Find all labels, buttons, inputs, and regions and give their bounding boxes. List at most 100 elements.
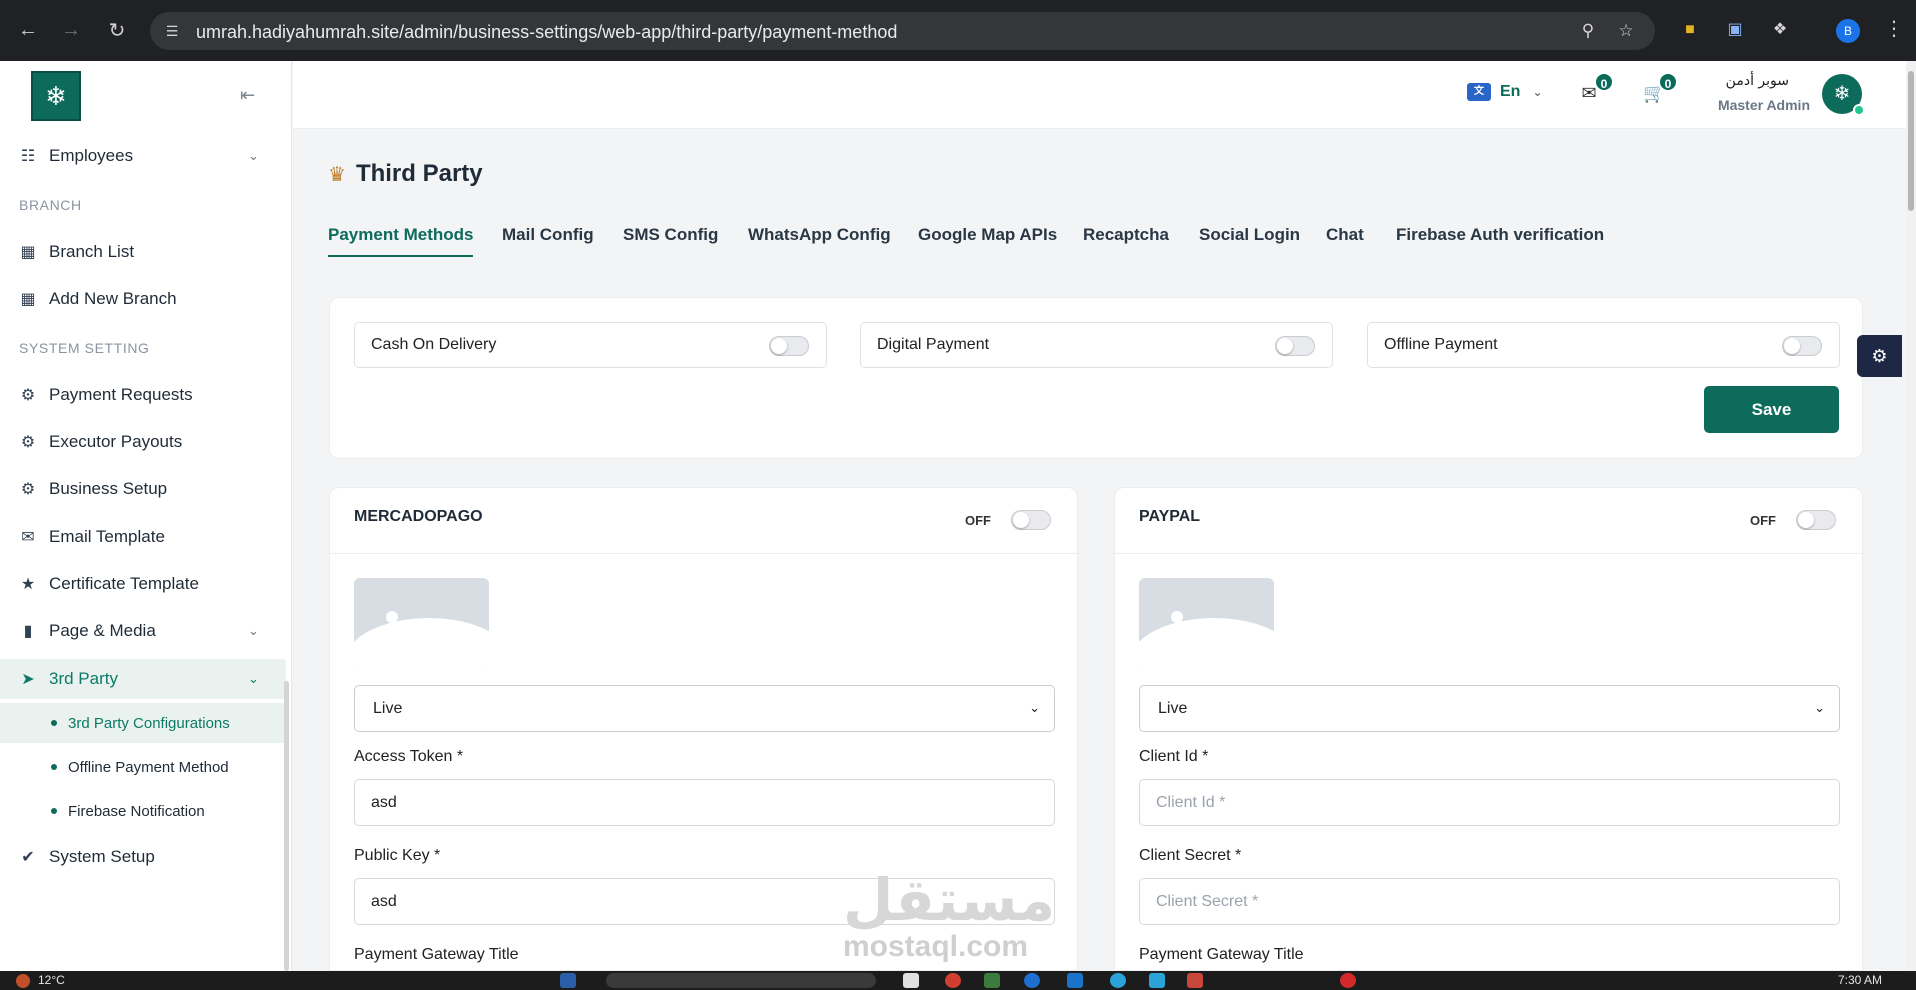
app-icon-6[interactable] — [1187, 973, 1203, 988]
access-token-label: Access Token * — [354, 748, 464, 765]
sidebar-item-certificate-template[interactable]: ★ Certificate Template — [0, 564, 286, 604]
third-party-icon: ♛ — [328, 163, 346, 186]
user-role[interactable]: Master Admin — [1718, 97, 1810, 113]
sidebar-item-3rd-party[interactable]: ➤ 3rd Party ⌄ — [0, 659, 286, 699]
access-token-input[interactable]: asd — [354, 779, 1055, 826]
sidebar-item-executor-payouts[interactable]: ⚙ Executor Payouts — [0, 422, 286, 462]
mercadopago-mode-select[interactable]: Live ⌄ — [354, 685, 1055, 732]
sidebar-item-employees[interactable]: ☷ Employees ⌄ — [0, 136, 286, 176]
paypal-mode-value: Live — [1158, 700, 1188, 717]
sidebar-item-branch-list[interactable]: ▦ Branch List — [0, 232, 286, 272]
sidebar-subitem-firebase-notification[interactable]: Firebase Notification — [0, 791, 286, 831]
sidebar-item-system-setup[interactable]: ✔ System Setup — [0, 837, 286, 877]
sidebar-item-add-new-branch[interactable]: ▦ Add New Branch — [0, 279, 286, 319]
reload-icon[interactable]: ↻ — [103, 16, 131, 44]
sidebar-item-payment-requests[interactable]: ⚙ Payment Requests — [0, 375, 286, 415]
taskbar-search-box[interactable] — [606, 973, 876, 988]
paypal-switch[interactable] — [1796, 510, 1836, 530]
extensions-puzzle-icon[interactable]: ❖ — [1768, 18, 1792, 42]
sidebar-item-page-media[interactable]: ▮ Page & Media ⌄ — [0, 611, 286, 651]
paypal-card-header: PAYPAL OFF — [1115, 488, 1862, 554]
tab-payment-methods[interactable]: Payment Methods — [328, 225, 474, 257]
tab-mail-config[interactable]: Mail Config — [502, 225, 594, 255]
section-branch: BRANCH — [19, 197, 82, 213]
browser-toolbar: ← → ↻ ☰ umrah.hadiyahumrah.site/admin/bu… — [0, 0, 1916, 61]
tab-sms-config[interactable]: SMS Config — [623, 225, 718, 255]
sidebar: ❄ ⇤ ☷ Employees ⌄ BRANCH ▦ Branch List ▦… — [0, 61, 292, 971]
weather-temperature[interactable]: 12°C — [38, 973, 65, 987]
page-scrollbar[interactable] — [1906, 61, 1916, 971]
profile-avatar[interactable]: B — [1836, 19, 1860, 43]
messages-count-badge: 0 — [1594, 72, 1614, 92]
chevron-down-icon: ⌄ — [1532, 85, 1543, 99]
chevron-down-icon: ⌄ — [248, 148, 259, 163]
sidebar-item-business-setup[interactable]: ⚙ Business Setup — [0, 469, 286, 509]
windows-start-icon[interactable] — [560, 973, 576, 988]
cash-on-delivery-label: Cash On Delivery — [371, 336, 497, 353]
sidebar-subitem-offline-payment-method[interactable]: Offline Payment Method — [0, 747, 286, 787]
language-label: En — [1500, 83, 1521, 100]
cash-on-delivery-switch[interactable] — [769, 336, 809, 356]
client-secret-placeholder: Client Secret * — [1156, 893, 1259, 910]
extension-docs-icon[interactable]: ▣ — [1723, 18, 1747, 42]
gear-icon: ⚙ — [20, 434, 36, 451]
site-settings-icon[interactable]: ☰ — [162, 21, 182, 41]
weather-icon[interactable] — [16, 974, 30, 988]
tab-whatsapp-config[interactable]: WhatsApp Config — [748, 225, 891, 255]
app-icon-1[interactable] — [945, 973, 961, 988]
page-title: ♛ Third Party — [328, 160, 483, 187]
chevron-down-icon: ⌄ — [248, 623, 259, 638]
browser-taskbar-icon[interactable] — [1024, 973, 1040, 988]
collapse-sidebar-icon[interactable]: ⇤ — [240, 85, 255, 106]
client-id-input[interactable]: Client Id * — [1139, 779, 1840, 826]
sidebar-subitem-3rd-party-configurations[interactable]: 3rd Party Configurations — [0, 703, 286, 743]
clock[interactable]: 7:30 AM — [1838, 973, 1882, 987]
paypal-image-placeholder[interactable] — [1139, 578, 1274, 668]
scrollbar-thumb[interactable] — [1908, 71, 1914, 211]
bullet-dot — [51, 764, 57, 770]
os-taskbar: 12°C 7:30 AM — [0, 971, 1916, 990]
tab-firebase-auth-verification[interactable]: Firebase Auth verification — [1396, 225, 1604, 255]
address-bar[interactable]: ☰ umrah.hadiyahumrah.site/admin/business… — [150, 12, 1655, 50]
app-icon-3[interactable] — [1067, 973, 1083, 988]
app-icon-2[interactable] — [984, 973, 1000, 988]
bookmark-star-icon[interactable]: ☆ — [1615, 20, 1637, 42]
cart-count-badge: 0 — [1658, 72, 1678, 92]
sidebar-item-email-template[interactable]: ✉ Email Template — [0, 517, 286, 557]
task-view-icon[interactable] — [903, 973, 919, 988]
store-icon: ▦ — [20, 291, 36, 308]
user-name[interactable]: سوبر أدمن — [1726, 73, 1789, 89]
back-arrow-icon[interactable]: ← — [14, 16, 42, 44]
digital-payment-toggle-box: Digital Payment — [860, 322, 1333, 368]
mercadopago-switch[interactable] — [1011, 510, 1051, 530]
page-icon: ▮ — [23, 623, 33, 640]
offline-payment-switch[interactable] — [1782, 336, 1822, 356]
app-icon-4[interactable] — [1110, 973, 1126, 988]
language-selector[interactable]: 文 En ⌄ — [1467, 83, 1543, 101]
zoom-icon[interactable]: ⚲ — [1577, 20, 1599, 42]
more-menu-icon[interactable]: ⋮ — [1884, 16, 1904, 41]
mercadopago-gateway-title-label: Payment Gateway Title — [354, 946, 519, 963]
settings-gear-icon[interactable]: ⚙ — [1857, 335, 1902, 377]
tab-chat[interactable]: Chat — [1326, 225, 1364, 255]
sidebar-scrollbar[interactable] — [284, 681, 289, 971]
tab-social-login[interactable]: Social Login — [1199, 225, 1300, 255]
gear-icon: ⚙ — [20, 387, 36, 404]
save-button[interactable]: Save — [1704, 386, 1839, 433]
paypal-mode-select[interactable]: Live ⌄ — [1139, 685, 1840, 732]
mercadopago-image-placeholder[interactable] — [354, 578, 489, 668]
paypal-gateway-title-label: Payment Gateway Title — [1139, 946, 1304, 963]
tab-google-map-apis[interactable]: Google Map APIs — [918, 225, 1057, 255]
url-text[interactable]: umrah.hadiyahumrah.site/admin/business-s… — [196, 22, 897, 43]
extension-folder-icon[interactable]: ■ — [1678, 18, 1702, 42]
app-icon-7[interactable] — [1340, 973, 1356, 988]
digital-payment-switch[interactable] — [1275, 336, 1315, 356]
app-icon-5[interactable] — [1149, 973, 1165, 988]
online-status-dot — [1853, 104, 1865, 116]
tab-recaptcha[interactable]: Recaptcha — [1083, 225, 1169, 255]
client-secret-input[interactable]: Client Secret * — [1139, 878, 1840, 925]
forward-arrow-icon[interactable]: → — [57, 16, 85, 44]
brand-logo[interactable]: ❄ — [31, 71, 81, 121]
client-id-label: Client Id * — [1139, 748, 1209, 765]
chevron-down-icon: ⌄ — [1814, 700, 1825, 715]
